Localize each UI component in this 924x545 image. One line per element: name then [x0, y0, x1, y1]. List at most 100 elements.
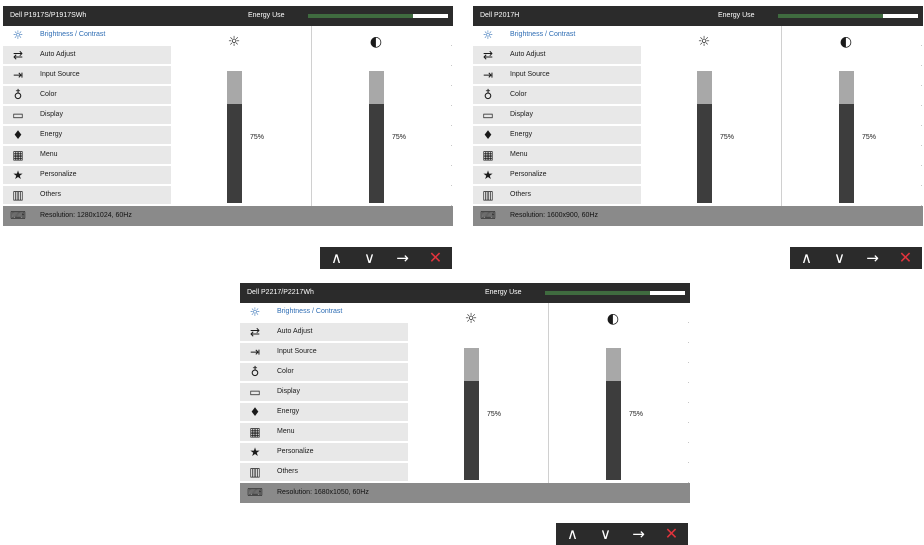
osd-nav-buttons: ∧ ∨ → ✕: [790, 247, 922, 269]
menu-item-menu[interactable]: ▦ Menu: [473, 146, 641, 164]
menu-item-display[interactable]: ▭ Display: [473, 106, 641, 124]
up-arrow-icon[interactable]: ∧: [562, 523, 584, 545]
brightness-slider-fill: [227, 104, 242, 203]
menu-row-tick: [688, 422, 689, 423]
menu-item-label: Menu: [40, 151, 58, 158]
energy-use-label: Energy Use: [485, 289, 522, 296]
display-icon: ▭: [249, 385, 261, 399]
close-icon[interactable]: ✕: [895, 247, 917, 269]
menu-item-brightness-contrast[interactable]: ☼ Brightness / Contrast: [473, 26, 641, 44]
brightness-slider[interactable]: [227, 71, 242, 203]
menu-item-label: Brightness / Contrast: [40, 31, 106, 38]
energy-use-label: Energy Use: [248, 12, 285, 19]
menu-item-label: Color: [40, 91, 57, 98]
menu-item-label: Input Source: [510, 71, 550, 78]
menu-row-tick: [688, 402, 689, 403]
contrast-slider-fill: [606, 381, 621, 480]
display-icon: ▭: [482, 108, 494, 122]
sun-icon: ☼: [697, 34, 711, 50]
osd-nav-buttons: ∧ ∨ → ✕: [320, 247, 452, 269]
osd-panel: Dell P1917S/P1917SWh Energy Use ☼ Brightnes…: [3, 6, 453, 226]
contrast-slider-fill: [839, 104, 854, 203]
menu-item-color[interactable]: ♁ Color: [473, 86, 641, 104]
menu-item-energy[interactable]: ♦ Energy: [473, 126, 641, 144]
right-arrow-icon[interactable]: →: [862, 247, 884, 269]
contrast-slider[interactable]: [606, 348, 621, 480]
menu-item-auto-adjust[interactable]: ⇄ Auto Adjust: [240, 323, 408, 341]
menu-item-others[interactable]: ▥ Others: [3, 186, 171, 204]
menu-row-tick: [921, 85, 922, 86]
menu-item-auto-adjust[interactable]: ⇄ Auto Adjust: [473, 46, 641, 64]
menu-item-display[interactable]: ▭ Display: [240, 383, 408, 401]
menu-item-brightness-contrast[interactable]: ☼ Brightness / Contrast: [240, 303, 408, 321]
contrast-value: 75%: [629, 411, 644, 418]
down-arrow-icon[interactable]: ∨: [595, 523, 617, 545]
energy-use-meter-fill: [545, 291, 650, 295]
display-icon: ▭: [12, 108, 24, 122]
menu-item-personalize[interactable]: ★ Personalize: [473, 166, 641, 184]
menu-item-input-source[interactable]: ⇥ Input Source: [473, 66, 641, 84]
auto-adjust-icon: ⇄: [249, 325, 261, 339]
menu-item-others[interactable]: ▥ Others: [240, 463, 408, 481]
brightness-column: ☼ 75%: [641, 26, 782, 206]
contrast-column: ◐ 75%: [312, 26, 452, 206]
brightness-slider[interactable]: [697, 71, 712, 203]
menu-item-input-source[interactable]: ⇥ Input Source: [240, 343, 408, 361]
resolution-status: Resolution: 1280x1024, 60Hz: [40, 212, 132, 219]
down-arrow-icon[interactable]: ∨: [359, 247, 381, 269]
up-arrow-icon[interactable]: ∧: [326, 247, 348, 269]
brightness-slider-fill: [697, 104, 712, 203]
menu-item-menu[interactable]: ▦ Menu: [240, 423, 408, 441]
contrast-slider[interactable]: [369, 71, 384, 203]
menu-row-tick: [688, 382, 689, 383]
menu-item-brightness-contrast[interactable]: ☼ Brightness / Contrast: [3, 26, 171, 44]
menu-item-label: Display: [510, 111, 533, 118]
down-arrow-icon[interactable]: ∨: [829, 247, 851, 269]
input-source-icon: ⇥: [482, 68, 494, 82]
osd-main-menu: ☼ Brightness / Contrast ⇄ Auto Adjust ⇥ Input…: [3, 26, 171, 206]
auto-adjust-icon: ⇄: [482, 48, 494, 62]
contrast-slider[interactable]: [839, 71, 854, 203]
menu-item-input-source[interactable]: ⇥ Input Source: [3, 66, 171, 84]
menu-item-label: Menu: [277, 428, 295, 435]
contrast-slider-fill: [369, 104, 384, 203]
star-icon: ★: [249, 445, 261, 459]
menu-item-menu[interactable]: ▦ Menu: [3, 146, 171, 164]
menu-row-tick: [451, 145, 452, 146]
close-icon[interactable]: ✕: [425, 247, 447, 269]
menu-item-personalize[interactable]: ★ Personalize: [240, 443, 408, 461]
menu-item-others[interactable]: ▥ Others: [473, 186, 641, 204]
right-arrow-icon[interactable]: →: [392, 247, 414, 269]
menu-item-color[interactable]: ♁ Color: [3, 86, 171, 104]
monitor-model-title: Dell P2017H: [480, 12, 520, 19]
osd-panel: Dell P2017H Energy Use ☼ Brightness / Contr…: [473, 6, 923, 226]
menu-row-tick: [451, 65, 452, 66]
menu-row-tick: [451, 185, 452, 186]
brightness-slider[interactable]: [464, 348, 479, 480]
menu-row-tick: [451, 85, 452, 86]
menu-item-personalize[interactable]: ★ Personalize: [3, 166, 171, 184]
right-arrow-icon[interactable]: →: [628, 523, 650, 545]
menu-item-energy[interactable]: ♦ Energy: [240, 403, 408, 421]
others-icon: ▥: [12, 188, 24, 202]
osd-nav-buttons: ∧ ∨ → ✕: [556, 523, 688, 545]
close-icon[interactable]: ✕: [661, 523, 683, 545]
brightness-value: 75%: [487, 411, 502, 418]
menu-item-color[interactable]: ♁ Color: [240, 363, 408, 381]
menu-item-energy[interactable]: ♦ Energy: [3, 126, 171, 144]
color-icon: ♁: [13, 88, 23, 102]
menu-item-label: Auto Adjust: [510, 51, 546, 58]
menu-item-display[interactable]: ▭ Display: [3, 106, 171, 124]
menu-item-label: Brightness / Contrast: [510, 31, 576, 38]
menu-row-tick: [451, 165, 452, 166]
star-icon: ★: [12, 168, 24, 182]
menu-row-tick: [688, 462, 689, 463]
brightness-column: ☼ 75%: [408, 303, 549, 483]
menu-item-auto-adjust[interactable]: ⇄ Auto Adjust: [3, 46, 171, 64]
menu-row-tick: [451, 45, 452, 46]
up-arrow-icon[interactable]: ∧: [796, 247, 818, 269]
contrast-column: ◐ 75%: [549, 303, 689, 483]
menu-item-label: Others: [277, 468, 299, 475]
menu-row-tick: [688, 322, 689, 323]
osd-main-menu: ☼ Brightness / Contrast ⇄ Auto Adjust ⇥ Input…: [473, 26, 641, 206]
